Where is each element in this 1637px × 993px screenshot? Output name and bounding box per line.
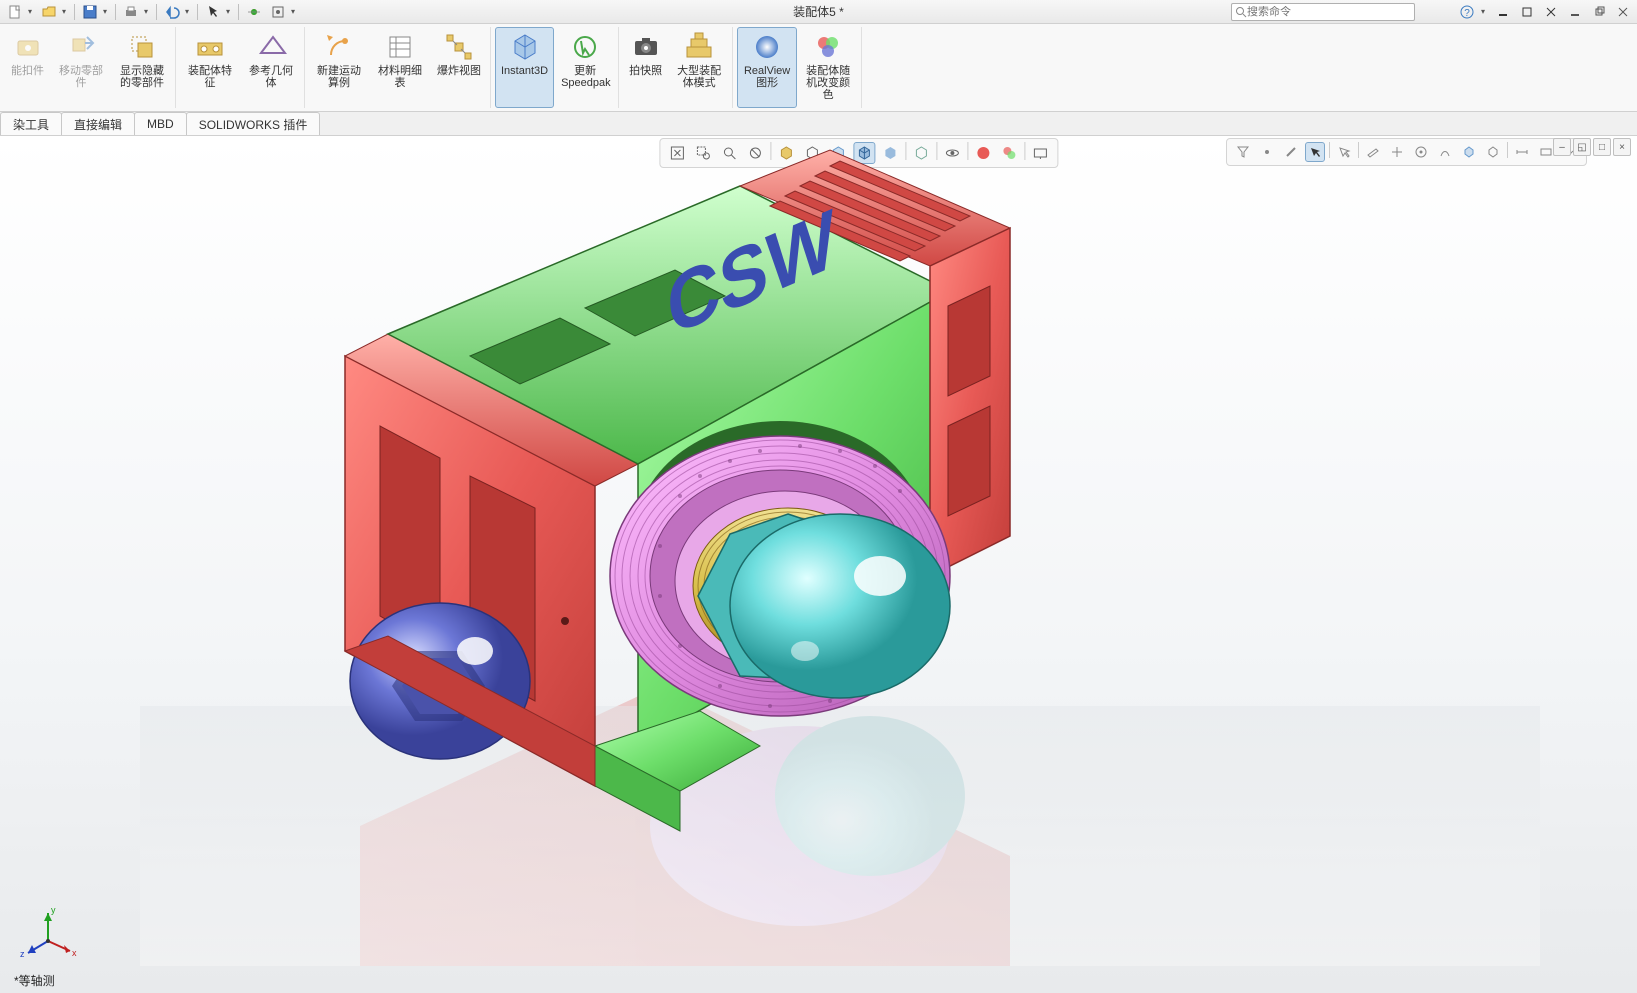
open-dropdown[interactable]: ▾ bbox=[62, 7, 70, 16]
ribbon-new-motion[interactable]: 新建运动算例 bbox=[309, 27, 369, 108]
app-minimize-btn[interactable] bbox=[1565, 2, 1585, 22]
document-title: 装配体5 * bbox=[793, 3, 844, 20]
realview-icon bbox=[751, 31, 783, 63]
undo-btn[interactable] bbox=[161, 2, 183, 22]
ribbon-reference-geom[interactable]: 参考几何体 bbox=[241, 27, 301, 108]
quick-access-toolbar: ▾ ▾ ▾ ▾ ▾ ▾ ▾ 装配体5 * ? ▾ bbox=[0, 0, 1637, 24]
tab-bar: 染工具 直接编辑 MBD SOLIDWORKS 插件 bbox=[0, 112, 1637, 136]
exploded-view-icon bbox=[443, 31, 475, 63]
open-menu[interactable] bbox=[38, 2, 60, 22]
qat-right: ? ▾ bbox=[1457, 2, 1633, 22]
graphics-viewport[interactable]: – ◱ □ × bbox=[0, 136, 1637, 993]
tab-sw-addins[interactable]: SOLIDWORKS 插件 bbox=[186, 112, 321, 135]
svg-text:z: z bbox=[20, 949, 25, 959]
maximize-btn[interactable] bbox=[1517, 2, 1537, 22]
qat-sep-2 bbox=[115, 4, 116, 20]
qat-sep-3 bbox=[156, 4, 157, 20]
ribbon-exploded-view[interactable]: 爆炸视图 bbox=[431, 27, 487, 108]
new-motion-icon bbox=[323, 31, 355, 63]
command-search[interactable] bbox=[1231, 3, 1415, 21]
ribbon-large-assembly[interactable]: 大型装配体模式 bbox=[669, 27, 729, 108]
command-search-input[interactable] bbox=[1247, 6, 1411, 18]
ribbon-random-colors[interactable]: 装配体随机改变颜色 bbox=[798, 27, 858, 108]
view-triad[interactable]: x y z bbox=[18, 901, 78, 961]
ribbon-snapshot[interactable]: 拍快照 bbox=[623, 27, 668, 108]
svg-text:y: y bbox=[51, 905, 56, 915]
rebuild-btn[interactable] bbox=[243, 2, 265, 22]
large-assembly-icon bbox=[683, 31, 715, 63]
qat-sep-1 bbox=[74, 4, 75, 20]
random-colors-icon bbox=[812, 31, 844, 63]
app-restore-btn[interactable] bbox=[1589, 2, 1609, 22]
app-close-btn[interactable] bbox=[1613, 2, 1633, 22]
save-dropdown[interactable]: ▾ bbox=[103, 7, 111, 16]
svg-text:x: x bbox=[72, 948, 77, 958]
tab-mbd[interactable]: MBD bbox=[134, 112, 187, 135]
options-dropdown[interactable]: ▾ bbox=[291, 7, 299, 16]
ribbon-move-component: 移动零部件 bbox=[51, 27, 111, 108]
svg-text:?: ? bbox=[1464, 8, 1470, 19]
search-icon bbox=[1235, 6, 1247, 18]
select-dropdown[interactable]: ▾ bbox=[226, 7, 234, 16]
speedpak-icon bbox=[569, 31, 601, 63]
options-btn[interactable] bbox=[267, 2, 289, 22]
select-btn[interactable] bbox=[202, 2, 224, 22]
ribbon-instant3d[interactable]: Instant3D bbox=[495, 27, 554, 108]
ribbon-update-speedpak[interactable]: 更新Speedpak bbox=[555, 27, 615, 108]
undo-dropdown[interactable]: ▾ bbox=[185, 7, 193, 16]
viewport-close-icon[interactable]: × bbox=[1613, 138, 1631, 156]
print-dropdown[interactable]: ▾ bbox=[144, 7, 152, 16]
print-btn[interactable] bbox=[120, 2, 142, 22]
view-orientation-label: *等轴测 bbox=[14, 972, 55, 989]
snapshot-icon bbox=[630, 31, 662, 63]
qat-sep-5 bbox=[238, 4, 239, 20]
ribbon: 能扣件 移动零部件 显示隐藏的零部件 装配体特征 参考几何体 新建运动算例 材料… bbox=[0, 24, 1637, 112]
instant3d-icon bbox=[509, 31, 541, 63]
bom-icon bbox=[384, 31, 416, 63]
help-dropdown[interactable]: ▾ bbox=[1481, 7, 1489, 16]
tab-render-tools[interactable]: 染工具 bbox=[0, 112, 62, 135]
viewport-restore-icon[interactable]: ◱ bbox=[1573, 138, 1591, 156]
save-btn[interactable] bbox=[79, 2, 101, 22]
ribbon-show-hidden[interactable]: 显示隐藏的零部件 bbox=[112, 27, 172, 108]
minimize-btn[interactable] bbox=[1493, 2, 1513, 22]
viewport-min-icon[interactable]: – bbox=[1553, 138, 1571, 156]
show-hidden-icon bbox=[126, 31, 158, 63]
reference-geom-icon bbox=[255, 31, 287, 63]
help-btn[interactable]: ? bbox=[1457, 2, 1477, 22]
qat-sep-4 bbox=[197, 4, 198, 20]
close-window-btn[interactable] bbox=[1541, 2, 1561, 22]
ribbon-bom[interactable]: 材料明细表 bbox=[370, 27, 430, 108]
move-component-icon bbox=[65, 31, 97, 63]
model-render: CSW bbox=[140, 146, 1540, 966]
assembly-features-icon bbox=[194, 31, 226, 63]
ribbon-edit-component: 能扣件 bbox=[5, 27, 50, 108]
ribbon-assembly-features[interactable]: 装配体特征 bbox=[180, 27, 240, 108]
tab-direct-edit[interactable]: 直接编辑 bbox=[61, 112, 135, 135]
ribbon-realview[interactable]: RealView图形 bbox=[737, 27, 797, 108]
new-menu[interactable] bbox=[4, 2, 26, 22]
viewport-window-controls: – ◱ □ × bbox=[1553, 138, 1631, 156]
viewport-max-icon[interactable]: □ bbox=[1593, 138, 1611, 156]
edit-component-icon bbox=[12, 31, 44, 63]
new-dropdown[interactable]: ▾ bbox=[28, 7, 36, 16]
